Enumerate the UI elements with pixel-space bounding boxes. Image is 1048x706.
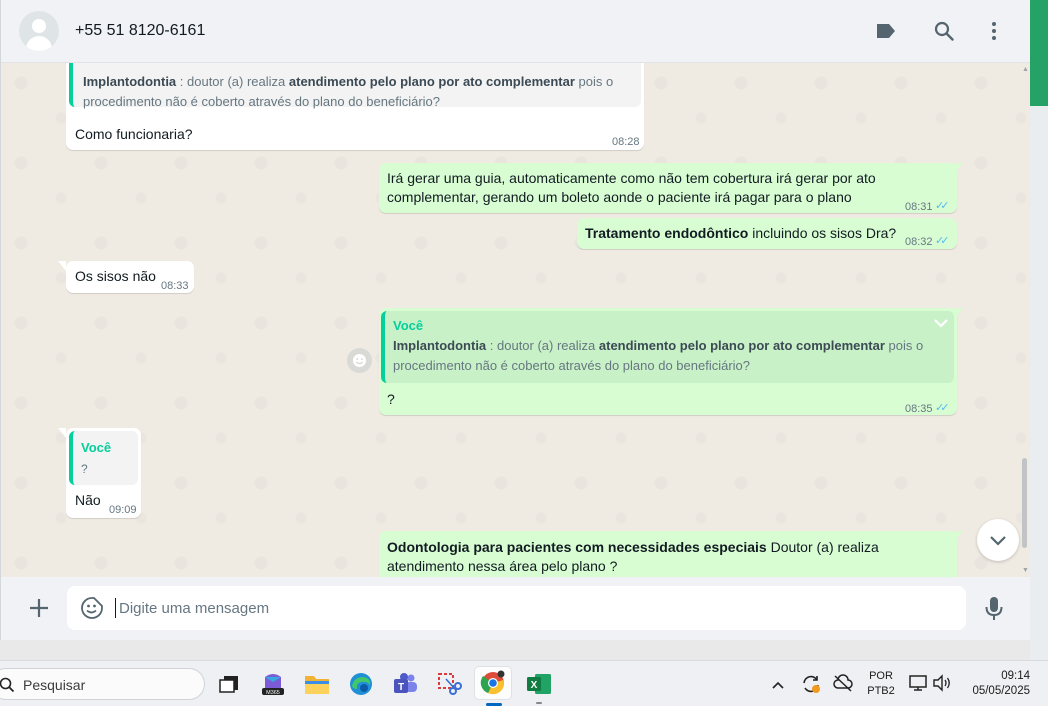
quote-text: : doutor (a) realiza (486, 338, 599, 353)
scroll-to-bottom-button[interactable] (977, 519, 1019, 561)
edge-browser-icon[interactable] (347, 670, 375, 698)
message-time: 08:28 (612, 136, 640, 148)
read-ticks-icon: ✓✓ (935, 200, 950, 212)
message-box (67, 586, 966, 630)
message-text: incluindo os sisos Dra? (748, 225, 897, 241)
sync-icon[interactable] (800, 673, 822, 700)
message-text: Os sisos não (75, 268, 156, 284)
taskbar: Pesquisar M365 T X POR PTB2 09:14 05/05/… (0, 660, 1048, 706)
cloud-off-icon[interactable] (833, 674, 853, 697)
clock[interactable]: 09:14 05/05/2025 (960, 669, 1038, 699)
quote-text: pois o (884, 338, 924, 353)
message-input[interactable] (115, 598, 915, 618)
message-bold-text: Odontologia para pacientes com necessida… (387, 539, 767, 555)
quote-bold-text: atendimento pelo plano por ato complemen… (288, 74, 575, 89)
quote-bold-text: Implantodontia (393, 338, 487, 353)
scroll-up-arrow-icon[interactable]: ▲ (1022, 66, 1029, 73)
message-time: 08:35 (905, 403, 933, 415)
m365-app-icon[interactable]: M365 (259, 670, 287, 698)
input-language[interactable]: POR PTB2 (862, 669, 900, 699)
quote-bold-text: Implantodontia (83, 74, 177, 89)
chat-area[interactable]: Implantodontia : doutor (a) realiza aten… (1, 63, 1030, 577)
chrome-icon[interactable] (474, 666, 512, 706)
chevron-down-icon (990, 536, 1006, 546)
file-explorer-icon[interactable] (303, 670, 331, 698)
attach-plus-icon[interactable] (25, 594, 53, 622)
display-icon[interactable] (908, 674, 928, 697)
message-text: atendimento nessa área pelo plano ? (387, 558, 618, 574)
quote-text: procedimento não é coberto através do pl… (83, 94, 441, 109)
read-ticks-icon: ✓✓ (935, 235, 950, 247)
read-ticks-icon: ✓✓ (935, 402, 950, 414)
message-outgoing[interactable]: Irá gerar uma guia, automaticamente como… (379, 163, 963, 213)
quote-author: Você (393, 318, 424, 333)
react-emoji-icon[interactable] (347, 348, 372, 373)
message-time: 08:32 (905, 236, 933, 248)
svg-text:T: T (398, 682, 404, 693)
search-label: Pesquisar (23, 677, 86, 693)
message-time: 08:31 (905, 201, 933, 213)
svg-text:X: X (531, 680, 538, 691)
message-incoming[interactable]: Implantodontia : doutor (a) realiza aten… (66, 63, 644, 150)
message-bold-text: Tratamento endodôntico (585, 225, 749, 241)
quote-text: : doutor (a) realiza (176, 74, 289, 89)
contact-name[interactable]: +55 51 8120-6161 (75, 22, 205, 40)
keyboard-layout: PTB2 (867, 685, 895, 697)
message-incoming[interactable]: Os sisos não 08:33 (58, 261, 194, 293)
quoted-message[interactable]: Implantodontia : doutor (a) realiza aten… (69, 63, 641, 109)
chat-header: +55 51 8120-6161 (1, 0, 1030, 63)
quoted-message[interactable]: Você Implantodontia : doutor (a) realiza… (381, 311, 954, 383)
chevron-down-icon[interactable] (933, 315, 949, 335)
task-view-icon[interactable] (215, 670, 243, 698)
message-outgoing[interactable]: Tratamento endodôntico incluindo os siso… (577, 218, 957, 249)
scrollbar-thumb[interactable] (1022, 458, 1027, 548)
microphone-icon[interactable] (984, 596, 1004, 627)
composer-bar (1, 577, 1030, 640)
message-time: 09:09 (109, 504, 137, 516)
message-outgoing[interactable]: Você Implantodontia : doutor (a) realiza… (379, 308, 963, 415)
message-text: Doutor (a) realiza (766, 539, 879, 555)
taskbar-search[interactable]: Pesquisar (0, 668, 205, 700)
sticker-emoji-icon[interactable] (80, 596, 104, 625)
message-time: 08:33 (161, 280, 189, 292)
window-accent-strip (1030, 0, 1048, 106)
quote-text: ? (81, 462, 88, 476)
clock-date: 05/05/2025 (972, 685, 1030, 697)
quote-bold-text: atendimento pelo plano por ato complemen… (598, 338, 885, 353)
message-text: ? (387, 391, 395, 407)
volume-icon[interactable] (932, 674, 952, 697)
search-icon[interactable] (931, 18, 957, 44)
window-edge (1030, 106, 1048, 660)
teams-icon[interactable]: T (391, 670, 419, 698)
label-icon[interactable] (873, 18, 899, 44)
whatsapp-window: +55 51 8120-6161 Implantodontia : doutor… (0, 0, 1030, 640)
message-incoming[interactable]: Você ? Não 09:09 (58, 428, 141, 518)
scroll-down-arrow-icon[interactable]: ▼ (1022, 567, 1029, 574)
quote-text: procedimento não é coberto através do pl… (393, 358, 751, 373)
message-outgoing[interactable]: Odontologia para pacientes com necessida… (379, 531, 963, 577)
chevron-up-icon[interactable] (771, 677, 785, 695)
svg-text:M365: M365 (266, 690, 280, 696)
message-text: Irá gerar uma guia, automaticamente como… (387, 170, 876, 186)
avatar[interactable] (19, 11, 59, 51)
quote-text: pois o (574, 74, 614, 89)
search-icon (0, 677, 15, 698)
clock-time: 09:14 (1001, 670, 1030, 682)
message-text: complementar, gerando um boleto aonde o … (387, 189, 852, 205)
quote-author: Você (81, 440, 112, 455)
message-text: Como funcionaria? (75, 126, 193, 142)
quoted-message[interactable]: Você ? (69, 431, 138, 485)
language-code: POR (869, 670, 893, 682)
snipping-tool-icon[interactable] (435, 670, 463, 698)
excel-icon[interactable]: X (525, 670, 553, 704)
message-text: Não (75, 492, 101, 508)
menu-icon[interactable] (981, 18, 1007, 44)
